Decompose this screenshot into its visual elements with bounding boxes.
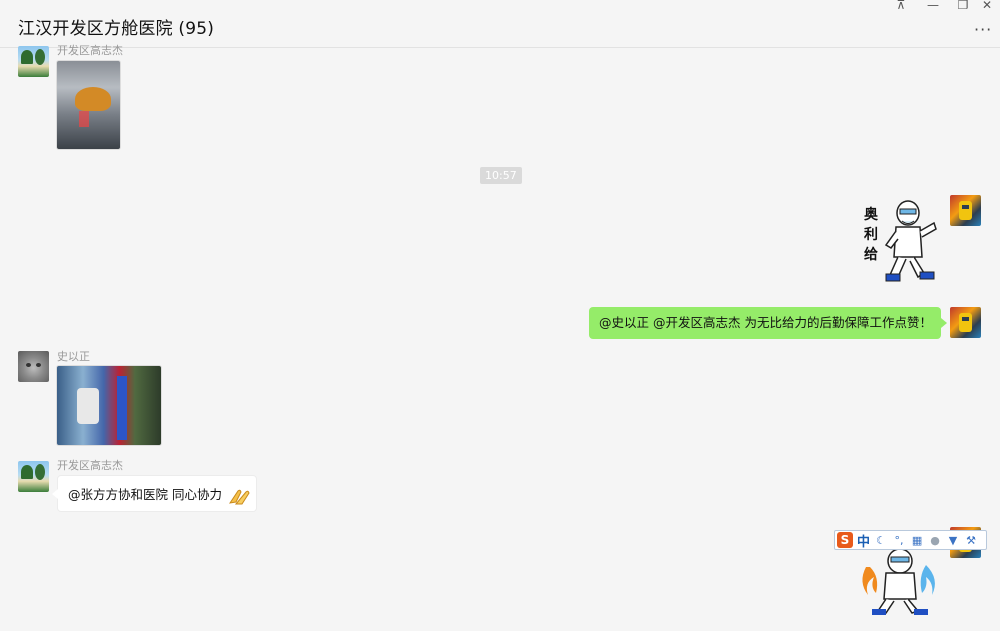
clapping-hands-icon (228, 489, 250, 504)
sender-name: 开发区高志杰 (57, 44, 123, 57)
sogou-logo-icon[interactable]: S (837, 532, 853, 548)
skin-icon[interactable]: ▼ (946, 534, 960, 547)
sender-name: 史以正 (57, 350, 90, 363)
time-stamp: 10:57 (480, 167, 522, 184)
maximize-icon[interactable]: ❐ (952, 0, 974, 11)
cat-avatar[interactable] (18, 351, 49, 382)
punctuation-icon[interactable]: °, (892, 534, 906, 547)
sender-name: 开发区高志杰 (57, 459, 123, 472)
more-options-icon[interactable]: ··· (974, 20, 992, 39)
robot-avatar[interactable] (950, 195, 981, 226)
sticker-message[interactable]: 奥 利 给 (858, 195, 944, 287)
message-bubble[interactable]: @史以正 @开发区高志杰 为无比给力的后勤保障工作点赞！ (589, 307, 947, 339)
minimize-icon[interactable]: — (922, 0, 944, 11)
user-icon[interactable]: ● (928, 534, 942, 547)
beach-avatar[interactable] (18, 461, 49, 492)
message-bubble[interactable]: @张方方协和医院 同心协力 (52, 475, 257, 512)
robot-avatar[interactable] (950, 307, 981, 338)
close-icon[interactable]: ✕ (976, 0, 998, 11)
wrench-icon[interactable]: ⚒ (964, 534, 978, 547)
ime-toolbar[interactable]: S 中 ☾ °, ▦ ● ▼ ⚒ (834, 530, 987, 550)
medic-figure-icon (884, 200, 937, 282)
moon-icon[interactable]: ☾ (874, 534, 888, 547)
image-message[interactable] (56, 365, 162, 446)
image-message[interactable] (56, 60, 121, 150)
chat-header: 江汉开发区方舱医院 (95) ⊼ — ❐ ✕ ··· (0, 0, 1000, 48)
beach-avatar[interactable] (18, 46, 49, 77)
message-text: @张方方协和医院 同心协力 (68, 487, 222, 502)
chat-title: 江汉开发区方舱医院 (95) (18, 19, 215, 39)
input-mode-toggle[interactable]: 中 (857, 531, 870, 550)
pin-icon[interactable]: ⊼ (890, 0, 912, 11)
keyboard-icon[interactable]: ▦ (910, 534, 924, 547)
